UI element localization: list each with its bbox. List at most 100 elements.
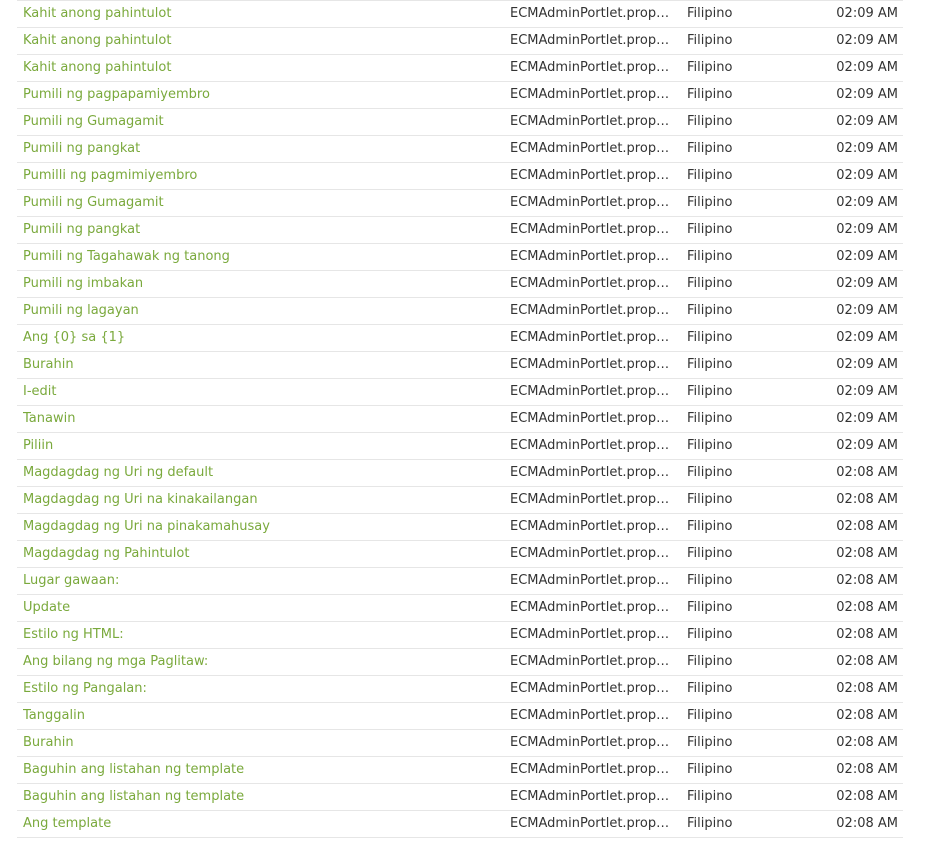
table-row[interactable]: Pumili ng imbakan ECMAdminPortlet.proper.… xyxy=(17,271,903,298)
translation-label-link[interactable]: Pumilli ng pagmimiyembro xyxy=(23,163,493,189)
translation-label-link[interactable]: Kahit anong pahintulot xyxy=(23,1,493,27)
table-row[interactable]: Piliin ECMAdminPortlet.proper... Filipino 0… xyxy=(17,433,903,460)
source-file: ECMAdminPortlet.proper... xyxy=(510,60,676,75)
table-row[interactable]: Ang template ECMAdminPortlet.proper... Fil… xyxy=(17,811,903,838)
translation-label-link[interactable]: Magdagdag ng Uri na kinakailangan xyxy=(23,487,493,513)
table-row[interactable]: Magdagdag ng Pahintulot ECMAdminPortlet.p… xyxy=(17,541,903,568)
timestamp: 02:09 AM xyxy=(836,222,898,237)
table-row[interactable]: Pumili ng Gumagamit ECMAdminPortlet.prope… xyxy=(17,190,903,217)
table-row[interactable]: Kahit anong pahintulot ECMAdminPortlet.pr… xyxy=(17,1,903,28)
table-row[interactable]: Pumili ng pangkat ECMAdminPortlet.proper.… xyxy=(17,136,903,163)
translation-label-link[interactable]: Magdagdag ng Pahintulot xyxy=(23,541,493,567)
translation-label-link[interactable]: Magdagdag ng Uri ng default xyxy=(23,460,493,486)
translation-label-link[interactable]: Baguhin ang listahan ng template xyxy=(23,784,493,810)
table-row[interactable]: Baguhin ang listahan ng template ECMAdmin… xyxy=(17,757,903,784)
timestamp: 02:09 AM xyxy=(836,303,898,318)
translation-label-link[interactable]: Pumili ng Tagahawak ng tanong xyxy=(23,244,493,270)
translation-label-link[interactable]: Ang template xyxy=(23,811,493,837)
source-file: ECMAdminPortlet.proper... xyxy=(510,195,676,210)
source-file: ECMAdminPortlet.proper... xyxy=(510,654,676,669)
table-row[interactable]: Pumilli ng pagmimiyembro ECMAdminPortlet.… xyxy=(17,163,903,190)
translation-label-link[interactable]: Baguhin ang listahan ng template xyxy=(23,757,493,783)
table-row[interactable]: Burahin ECMAdminPortlet.proper... Filipino… xyxy=(17,730,903,757)
table-row[interactable]: Burahin ECMAdminPortlet.proper... Filipino… xyxy=(17,352,903,379)
timestamp: 02:09 AM xyxy=(836,411,898,426)
timestamp: 02:08 AM xyxy=(836,816,898,831)
table-row[interactable]: Estilo ng Pangalan: ECMAdminPortlet.prope… xyxy=(17,676,903,703)
table-row[interactable]: Pumili ng Gumagamit ECMAdminPortlet.prope… xyxy=(17,109,903,136)
timestamp: 02:09 AM xyxy=(836,6,898,21)
language: Filipino xyxy=(687,114,733,129)
table-row[interactable]: Pumili ng pagpapamiyembro ECMAdminPortlet… xyxy=(17,82,903,109)
language: Filipino xyxy=(687,600,733,615)
timestamp: 02:09 AM xyxy=(836,60,898,75)
table-row[interactable]: Pumili ng lagayan ECMAdminPortlet.proper.… xyxy=(17,298,903,325)
timestamp: 02:08 AM xyxy=(836,708,898,723)
translation-label-link[interactable]: Tanawin xyxy=(23,406,493,432)
table-row[interactable]: Ang {0} sa {1} ECMAdminPortlet.proper... F… xyxy=(17,325,903,352)
translation-label-link[interactable]: Lugar gawaan: xyxy=(23,568,493,594)
timestamp: 02:08 AM xyxy=(836,492,898,507)
translation-label-link[interactable]: Pumili ng Gumagamit xyxy=(23,190,493,216)
source-file: ECMAdminPortlet.proper... xyxy=(510,600,676,615)
table-row[interactable]: Magdagdag ng Uri na pinakamahusay ECMAdmi… xyxy=(17,514,903,541)
translation-label-link[interactable]: I-edit xyxy=(23,379,493,405)
table-row[interactable]: Pumili ng Tagahawak ng tanong ECMAdminPor… xyxy=(17,244,903,271)
translation-label-link[interactable]: Kahit anong pahintulot xyxy=(23,55,493,81)
source-file: ECMAdminPortlet.proper... xyxy=(510,708,676,723)
translation-label-link[interactable]: Burahin xyxy=(23,352,493,378)
source-file: ECMAdminPortlet.proper... xyxy=(510,222,676,237)
table-row[interactable]: I-edit ECMAdminPortlet.proper... Filipino 0… xyxy=(17,379,903,406)
translation-label-link[interactable]: Kahit anong pahintulot xyxy=(23,28,493,54)
table-row[interactable]: Magdagdag ng Uri na kinakailangan ECMAdmi… xyxy=(17,487,903,514)
translation-label-link[interactable]: Piliin xyxy=(23,433,493,459)
language: Filipino xyxy=(687,357,733,372)
table-row[interactable]: Estilo ng HTML: ECMAdminPortlet.proper...… xyxy=(17,622,903,649)
translation-label-link[interactable]: Ang {0} sa {1} xyxy=(23,325,493,351)
table-row[interactable]: Magdagdag ng Uri ng default ECMAdminPortl… xyxy=(17,460,903,487)
source-file: ECMAdminPortlet.proper... xyxy=(510,735,676,750)
translation-label-link[interactable]: Update xyxy=(23,595,493,621)
timestamp: 02:09 AM xyxy=(836,141,898,156)
table-row[interactable]: Lugar gawaan: ECMAdminPortlet.proper... Fi… xyxy=(17,568,903,595)
translation-label-link[interactable]: Pumili ng Gumagamit xyxy=(23,109,493,135)
source-file: ECMAdminPortlet.proper... xyxy=(510,411,676,426)
language: Filipino xyxy=(687,303,733,318)
table-row[interactable]: Tanggalin ECMAdminPortlet.proper... Filipi… xyxy=(17,703,903,730)
source-file: ECMAdminPortlet.proper... xyxy=(510,816,676,831)
source-file: ECMAdminPortlet.proper... xyxy=(510,357,676,372)
translation-label-link[interactable]: Ang bilang ng mga Paglitaw: xyxy=(23,649,493,675)
table-row[interactable]: Ang bilang ng mga Paglitaw: ECMAdminPortl… xyxy=(17,649,903,676)
timestamp: 02:08 AM xyxy=(836,654,898,669)
language: Filipino xyxy=(687,276,733,291)
translation-label-link[interactable]: Pumili ng imbakan xyxy=(23,271,493,297)
translation-label-link[interactable]: Estilo ng Pangalan: xyxy=(23,676,493,702)
language: Filipino xyxy=(687,519,733,534)
table-row[interactable]: Kahit anong pahintulot ECMAdminPortlet.pr… xyxy=(17,28,903,55)
table-row[interactable]: Update ECMAdminPortlet.proper... Filipino 0… xyxy=(17,595,903,622)
translation-label-link[interactable]: Pumili ng pangkat xyxy=(23,217,493,243)
table-row[interactable]: Tanawin ECMAdminPortlet.proper... Filipino… xyxy=(17,406,903,433)
translation-label-link[interactable]: Estilo ng HTML: xyxy=(23,622,493,648)
translation-list: Kahit anong pahintulot ECMAdminPortlet.pr… xyxy=(17,0,903,838)
table-row[interactable]: Kahit anong pahintulot ECMAdminPortlet.pr… xyxy=(17,55,903,82)
translation-label-link[interactable]: Pumili ng lagayan xyxy=(23,298,493,324)
language: Filipino xyxy=(687,789,733,804)
timestamp: 02:08 AM xyxy=(836,573,898,588)
translation-label-link[interactable]: Tanggalin xyxy=(23,703,493,729)
source-file: ECMAdminPortlet.proper... xyxy=(510,168,676,183)
table-row[interactable]: Baguhin ang listahan ng template ECMAdmin… xyxy=(17,784,903,811)
translation-label-link[interactable]: Pumili ng pangkat xyxy=(23,136,493,162)
translation-label-link[interactable]: Magdagdag ng Uri na pinakamahusay xyxy=(23,514,493,540)
language: Filipino xyxy=(687,168,733,183)
language: Filipino xyxy=(687,465,733,480)
translation-label-link[interactable]: Pumili ng pagpapamiyembro xyxy=(23,82,493,108)
table-row[interactable]: Pumili ng pangkat ECMAdminPortlet.proper.… xyxy=(17,217,903,244)
source-file: ECMAdminPortlet.proper... xyxy=(510,789,676,804)
source-file: ECMAdminPortlet.proper... xyxy=(510,519,676,534)
source-file: ECMAdminPortlet.proper... xyxy=(510,465,676,480)
translation-label-link[interactable]: Burahin xyxy=(23,730,493,756)
source-file: ECMAdminPortlet.proper... xyxy=(510,303,676,318)
timestamp: 02:09 AM xyxy=(836,384,898,399)
timestamp: 02:09 AM xyxy=(836,168,898,183)
